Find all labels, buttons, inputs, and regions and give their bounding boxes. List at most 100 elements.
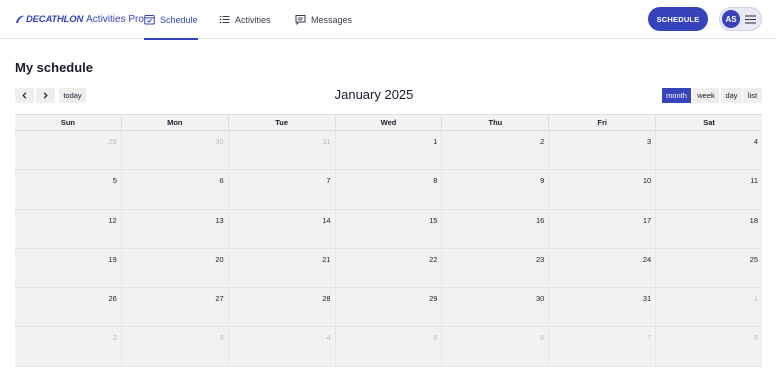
day-number: 26 <box>108 294 117 304</box>
day-number: 6 <box>219 176 224 186</box>
day-number: 27 <box>215 294 224 304</box>
calendar-day-cell-other-month[interactable]: 3 <box>120 327 228 366</box>
view-month-button[interactable]: month <box>662 88 691 103</box>
calendar-day-cell[interactable]: 20 <box>120 248 228 288</box>
calendar-day-cell[interactable]: 25 <box>655 248 763 288</box>
calendar-day-cell-other-month[interactable]: 4 <box>227 327 335 366</box>
day-number: 2 <box>112 333 117 343</box>
calendar-day-cell[interactable]: 3 <box>548 131 656 170</box>
calendar-day-cell[interactable]: 17 <box>548 209 656 248</box>
calendar-day-cell[interactable]: 14 <box>227 209 335 248</box>
calendar-day-cell[interactable]: 21 <box>227 248 335 288</box>
calendar-day-cell[interactable]: 7 <box>227 170 335 209</box>
day-number: 9 <box>540 176 545 186</box>
view-day-button[interactable]: day <box>721 88 742 103</box>
day-number: 22 <box>429 254 438 264</box>
day-number: 16 <box>535 215 545 225</box>
schedule-button[interactable]: SCHEDULE <box>648 7 708 31</box>
calendar-day-cell-other-month[interactable]: 2 <box>15 327 121 366</box>
nav-label-messages: Messages <box>311 14 353 25</box>
calendar-day-cell[interactable]: 8 <box>334 170 442 209</box>
avatar: AS <box>722 10 740 28</box>
view-list-button[interactable]: list <box>743 88 762 103</box>
chat-icon <box>295 15 306 25</box>
nav-tab-schedule[interactable]: Schedule <box>144 0 198 40</box>
calendar-day-cell[interactable]: 5 <box>15 170 121 209</box>
calendar-day-cell[interactable]: 11 <box>655 170 763 209</box>
day-number: 19 <box>108 254 117 264</box>
day-number: 25 <box>749 254 759 264</box>
calendar-day-cell-other-month[interactable]: 1 <box>655 288 763 327</box>
nav-tab-activities[interactable]: Activities <box>219 0 271 39</box>
weekday-header-row: Sun Mon Tue Wed Thu Fri Sat <box>15 114 762 131</box>
calendar-day-cell[interactable]: 9 <box>441 170 549 209</box>
calendar-day-cell-other-month[interactable]: 7 <box>548 327 656 366</box>
nav-tab-messages[interactable]: Messages <box>295 0 352 39</box>
view-week-button[interactable]: week <box>693 88 719 103</box>
weekday-header: Wed <box>334 115 442 130</box>
calendar-day-cell[interactable]: 6 <box>120 170 228 209</box>
brand-logo[interactable]: DECATHLON Activities Pro <box>15 12 144 26</box>
next-month-button[interactable] <box>36 88 55 103</box>
calendar-day-cell[interactable]: 12 <box>15 209 121 248</box>
calendar-day-cell-other-month[interactable]: 29 <box>15 131 121 170</box>
calendar-day-cell[interactable]: 29 <box>334 288 442 327</box>
day-number: 10 <box>642 176 652 186</box>
day-number: 1 <box>753 294 759 304</box>
day-number: 4 <box>753 137 759 146</box>
user-menu-button[interactable]: AS <box>719 7 762 31</box>
day-number: 5 <box>433 333 438 343</box>
day-number: 18 <box>749 215 759 225</box>
day-number: 29 <box>108 137 117 146</box>
day-number: 30 <box>535 294 545 304</box>
today-button[interactable]: today <box>59 88 86 103</box>
calendar-day-cell-other-month[interactable]: 6 <box>441 327 549 366</box>
calendar-week-row: 5 6 7 8 9 10 11 <box>15 170 763 210</box>
day-number: 20 <box>215 254 224 264</box>
calendar-day-cell[interactable]: 15 <box>334 209 442 248</box>
calendar-day-cell[interactable]: 24 <box>548 248 656 288</box>
calendar-day-cell[interactable]: 18 <box>655 209 763 248</box>
calendar-week-row: 2 3 4 5 6 7 8 <box>15 327 763 367</box>
calendar-day-cell[interactable]: 13 <box>120 209 228 248</box>
nav-label-schedule: Schedule <box>160 14 198 25</box>
calendar-icon <box>144 15 155 25</box>
chevron-left-icon <box>22 92 27 99</box>
calendar-day-cell[interactable]: 1 <box>334 131 442 170</box>
calendar-day-cell[interactable]: 23 <box>441 248 549 288</box>
day-number: 31 <box>322 137 331 146</box>
calendar-day-cell[interactable]: 31 <box>548 288 656 327</box>
day-number: 12 <box>108 215 117 225</box>
calendar-day-cell[interactable]: 27 <box>120 288 228 327</box>
chevron-right-icon <box>43 92 48 99</box>
day-number: 8 <box>753 333 759 343</box>
calendar-day-cell[interactable]: 22 <box>334 248 442 288</box>
page-title: My schedule <box>15 60 94 75</box>
calendar-day-cell[interactable]: 16 <box>441 209 549 248</box>
calendar-day-cell[interactable]: 4 <box>655 131 763 170</box>
hamburger-menu-icon <box>745 14 756 24</box>
calendar-week-row: 12 13 14 15 16 17 18 <box>15 209 763 249</box>
weekday-header: Fri <box>548 115 655 130</box>
day-number: 1 <box>433 137 438 146</box>
calendar-week-row: 26 27 28 29 30 31 1 <box>15 288 763 328</box>
calendar-day-cell-other-month[interactable]: 8 <box>655 327 763 366</box>
calendar-day-cell[interactable]: 26 <box>15 288 121 327</box>
day-number: 7 <box>326 176 331 186</box>
day-number: 4 <box>326 333 331 343</box>
weekday-header: Sun <box>60 118 76 127</box>
calendar-day-cell-other-month[interactable]: 5 <box>334 327 442 366</box>
calendar-day-cell[interactable]: 2 <box>441 131 549 170</box>
calendar-day-cell[interactable]: 19 <box>15 248 121 288</box>
calendar-title: January 2025 <box>334 87 414 102</box>
prev-month-button[interactable] <box>15 88 34 103</box>
brand-name: DECATHLON <box>26 13 84 25</box>
calendar-day-cell-other-month[interactable]: 30 <box>120 131 228 170</box>
day-number: 7 <box>646 333 652 343</box>
calendar-day-cell-other-month[interactable]: 31 <box>227 131 335 170</box>
calendar-day-cell[interactable]: 30 <box>441 288 549 327</box>
day-number: 28 <box>322 294 331 304</box>
decathlon-logo-icon <box>16 15 25 23</box>
calendar-day-cell[interactable]: 10 <box>548 170 656 209</box>
calendar-day-cell[interactable]: 28 <box>227 288 335 327</box>
